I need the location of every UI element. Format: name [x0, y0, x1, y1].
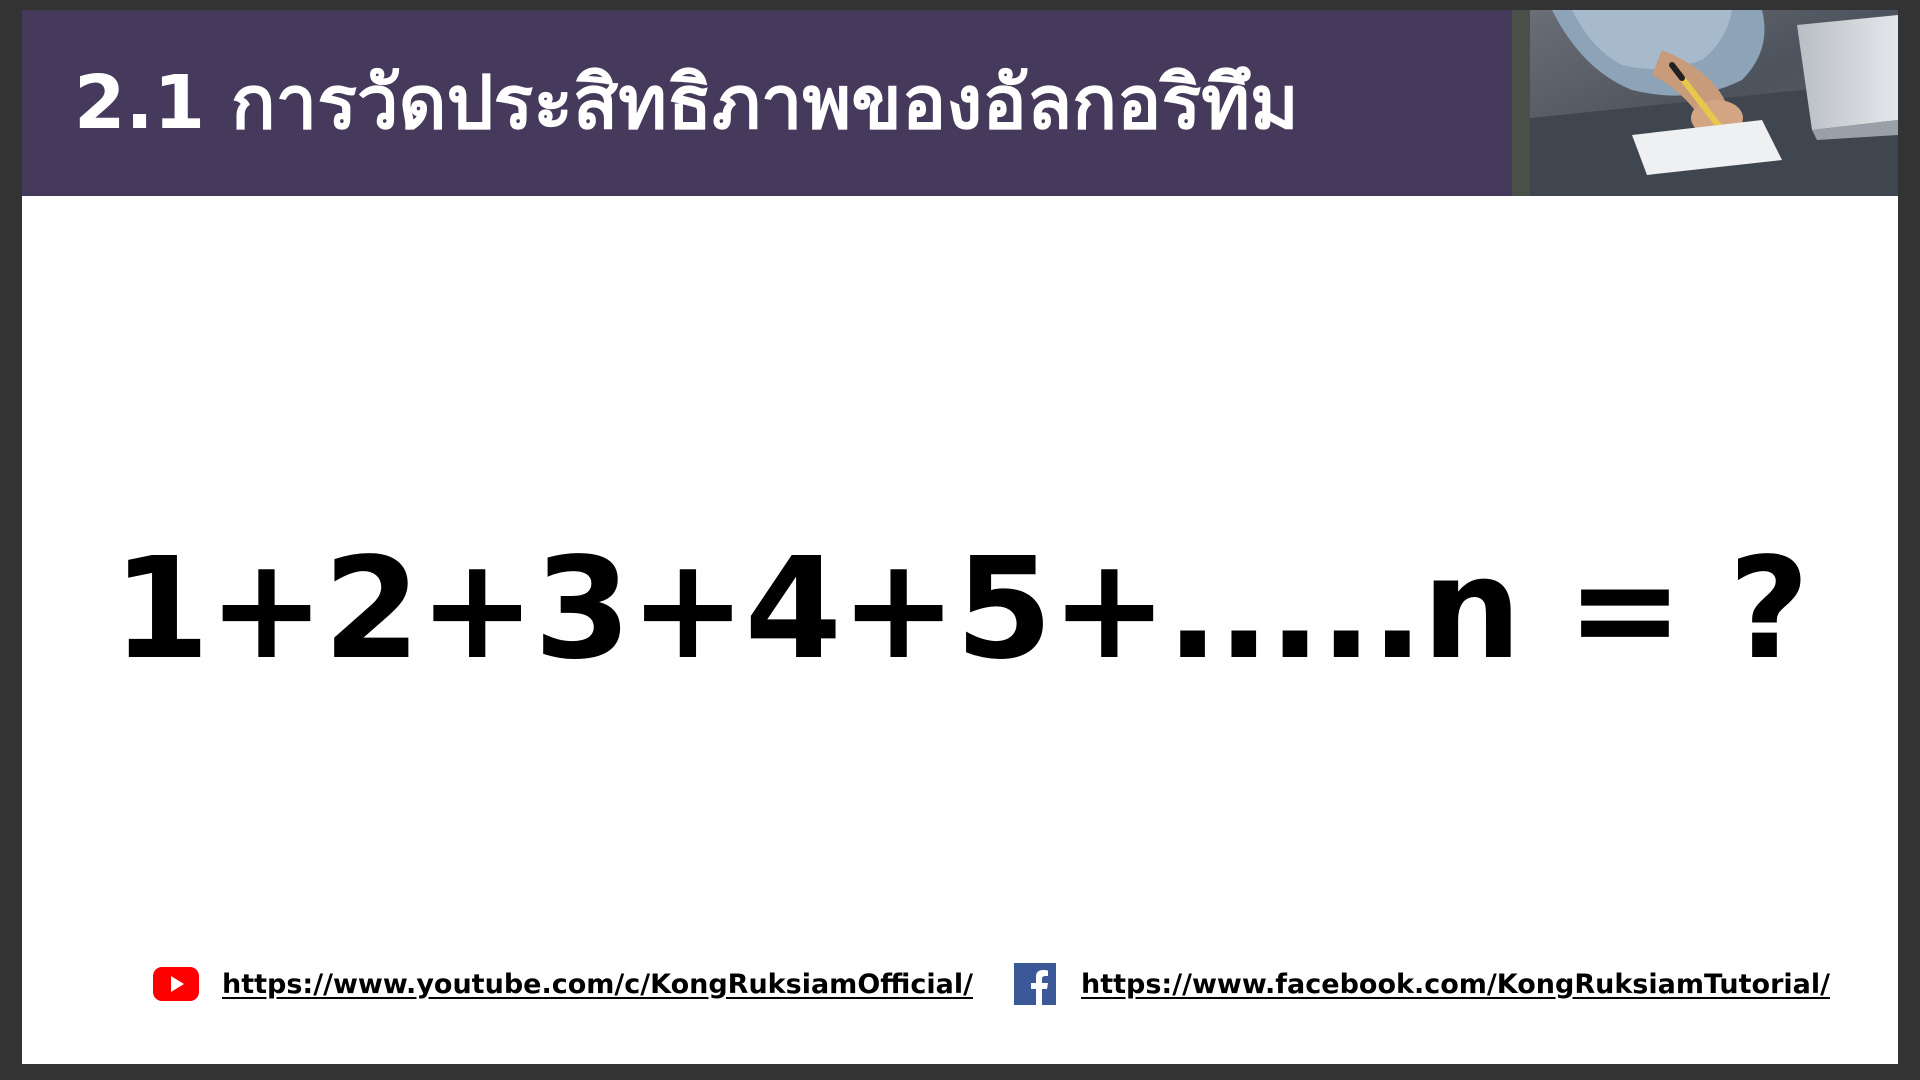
- title-bar: 2.1 การวัดประสิทธิภาพของอัลกอริทึม: [22, 10, 1512, 196]
- facebook-link-group: https://www.facebook.com/KongRuksiamTuto…: [1011, 960, 1830, 1008]
- youtube-link-group: https://www.youtube.com/c/KongRuksiamOff…: [152, 960, 973, 1008]
- slide-title: 2.1 การวัดประสิทธิภาพของอัลกอริทึม: [74, 60, 1299, 146]
- facebook-link[interactable]: https://www.facebook.com/KongRuksiamTuto…: [1081, 969, 1830, 1000]
- formula-text: 1+2+3+4+5+.....n = ?: [112, 528, 1809, 691]
- slide: 2.1 การวัดประสิทธิภาพของอัลกอริทึม 1+2+3…: [22, 10, 1898, 1064]
- youtube-link[interactable]: https://www.youtube.com/c/KongRuksiamOff…: [222, 969, 973, 1000]
- footer-links: https://www.youtube.com/c/KongRuksiamOff…: [152, 956, 1830, 1012]
- youtube-icon[interactable]: [152, 960, 200, 1008]
- facebook-icon[interactable]: [1011, 960, 1059, 1008]
- header-photo: [1512, 10, 1898, 196]
